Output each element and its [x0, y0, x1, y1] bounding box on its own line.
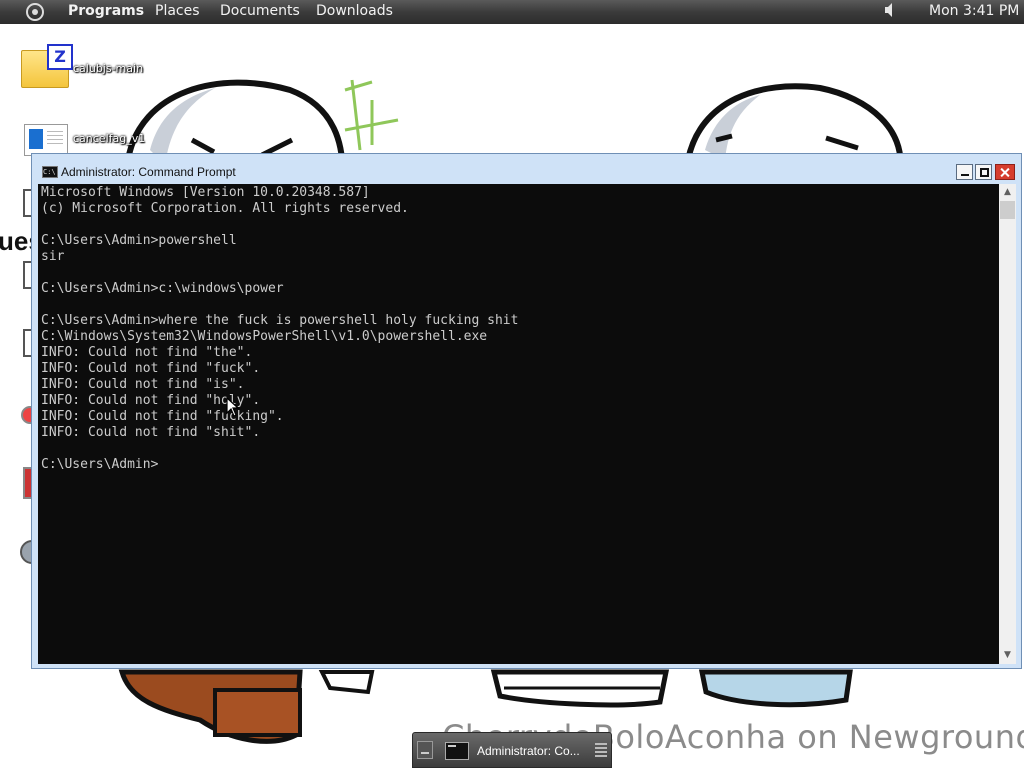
vertical-scrollbar[interactable]: ▲ ▼	[999, 184, 1016, 664]
menu-documents[interactable]: Documents	[220, 3, 300, 19]
mouse-pointer-icon	[226, 397, 240, 417]
window-titlebar[interactable]: C:\ Administrator: Command Prompt	[32, 154, 1021, 184]
document-icon	[24, 124, 68, 156]
clock[interactable]: Mon 3:41 PM	[929, 3, 1019, 19]
window-title: Administrator: Command Prompt	[61, 165, 236, 179]
console-output: Microsoft Windows [Version 10.0.20348.58…	[41, 185, 519, 472]
circle-logo-icon[interactable]	[26, 3, 44, 21]
close-button[interactable]	[995, 164, 1015, 180]
scroll-down-arrow-icon[interactable]: ▼	[999, 647, 1016, 664]
menu-programs[interactable]: Programs	[68, 3, 144, 19]
wallpaper-green-scribble	[344, 79, 399, 151]
top-panel: Programs Places Documents Downloads Mon …	[0, 0, 1024, 24]
menu-places[interactable]: Places	[155, 3, 200, 19]
zip-badge-icon: Z	[47, 44, 73, 70]
desktop-icon-calubjs-main[interactable]: Z calubjs-main	[21, 44, 151, 88]
minimize-button[interactable]	[956, 164, 973, 180]
command-prompt-icon: C:\	[42, 166, 58, 178]
speaker-icon[interactable]	[884, 2, 896, 18]
maximize-button[interactable]	[975, 164, 992, 180]
taskbar-menu-icon[interactable]	[595, 743, 607, 757]
scroll-up-arrow-icon[interactable]: ▲	[999, 184, 1016, 201]
taskbar-item-label: Administrator: Co...	[477, 744, 580, 758]
taskbar-minimize-icon[interactable]	[417, 741, 433, 759]
console-area[interactable]: Microsoft Windows [Version 10.0.20348.58…	[38, 184, 999, 664]
taskbar-item-command-prompt[interactable]: Administrator: Co...	[412, 732, 612, 768]
wallpaper-right-shoes	[698, 669, 853, 708]
command-prompt-window[interactable]: C:\ Administrator: Command Prompt Micros…	[31, 153, 1022, 669]
desktop-icon-label: cancelfag_v1	[73, 132, 146, 145]
menu-downloads[interactable]: Downloads	[316, 3, 393, 19]
desktop-icon-label: calubjs-main	[73, 62, 144, 75]
scrollbar-thumb[interactable]	[1000, 201, 1015, 219]
command-prompt-icon	[445, 742, 469, 760]
desktop-icon-cancelfag-v1[interactable]: cancelfag_v1	[24, 124, 154, 156]
